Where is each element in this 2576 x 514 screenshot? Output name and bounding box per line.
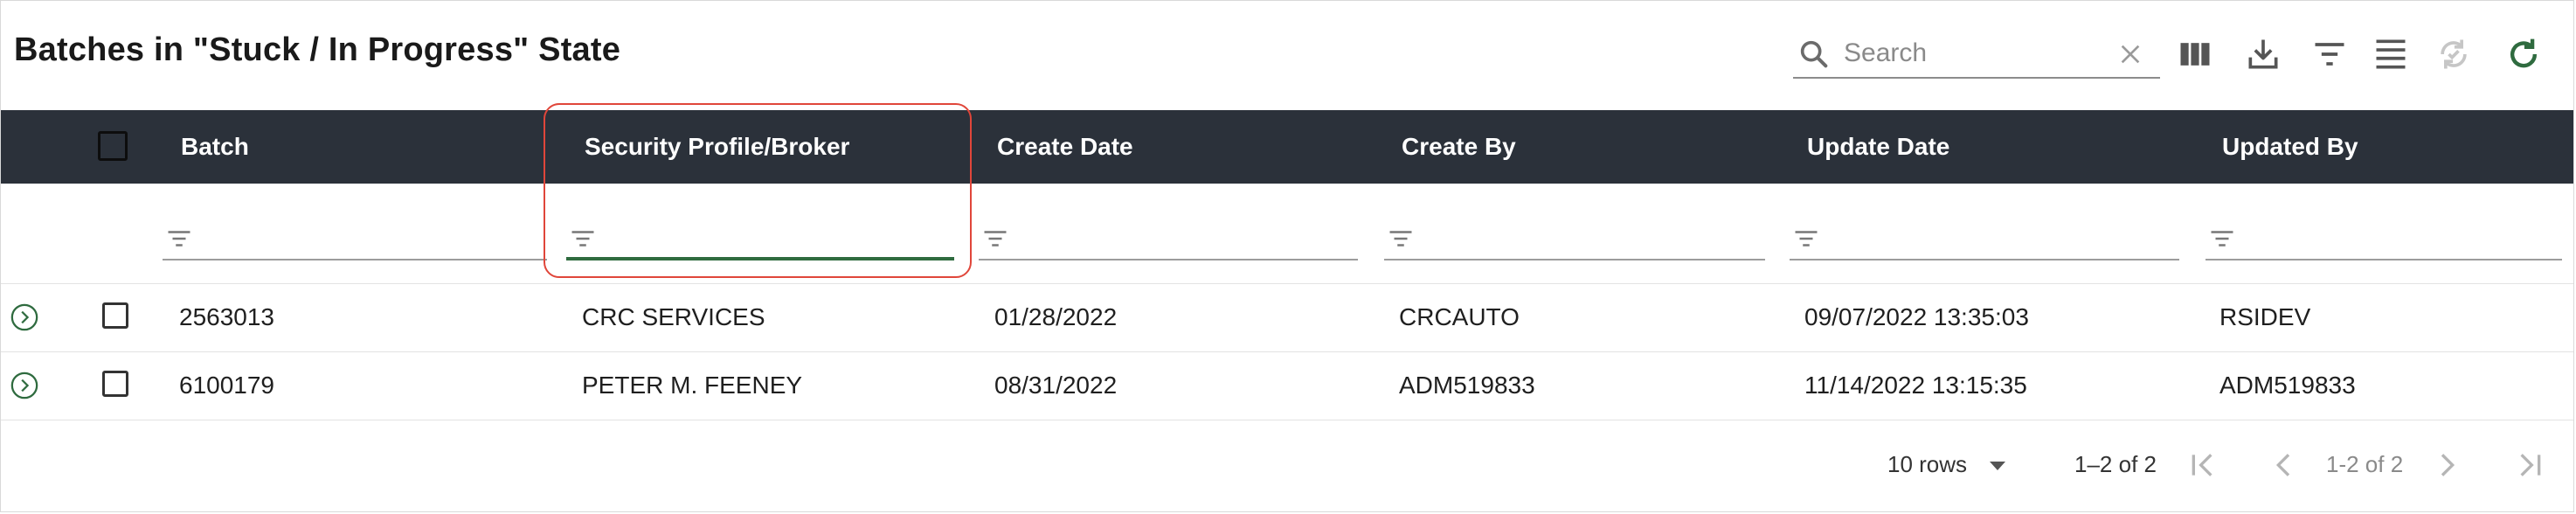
- column-header-batch[interactable]: Batch: [181, 110, 249, 184]
- clear-icon[interactable]: [2116, 40, 2144, 68]
- row-checkbox[interactable]: [102, 371, 128, 397]
- cell-create-by: ADM519833: [1399, 372, 1535, 399]
- filter-icon: [984, 231, 1007, 247]
- table-header: Batch Security Profile/Broker Create Dat…: [1, 110, 2573, 184]
- refresh-icon[interactable]: [2504, 35, 2543, 73]
- expand-row-icon[interactable]: [10, 302, 39, 332]
- pagination-range: 1–2 of 2: [2074, 451, 2157, 477]
- search-input[interactable]: [1842, 35, 2108, 72]
- filter-field-update-date[interactable]: [1790, 222, 2179, 260]
- chevron-down-icon[interactable]: [1987, 458, 2008, 474]
- cell-create-by: CRCAUTO: [1399, 303, 1520, 330]
- table-row[interactable]: 2563013 CRC SERVICES 01/28/2022 CRCAUTO …: [1, 283, 2573, 352]
- cell-batch: 6100179: [179, 372, 275, 399]
- rows-per-page-select[interactable]: 10 rows: [1887, 442, 1967, 486]
- column-header-updated-by[interactable]: Updated By: [2222, 110, 2358, 184]
- previous-page-icon[interactable]: [2267, 448, 2302, 483]
- search-field[interactable]: [1793, 30, 2160, 79]
- cell-update-date: 09/07/2022 13:35:03: [1804, 303, 2029, 330]
- column-header-create-by[interactable]: Create By: [1402, 110, 1516, 184]
- last-page-icon[interactable]: [2511, 448, 2546, 483]
- column-header-update-date[interactable]: Update Date: [1807, 110, 1949, 184]
- sync-icon: [2441, 39, 2467, 69]
- filter-icon: [1795, 231, 1818, 247]
- filter-field-updated-by[interactable]: [2206, 222, 2562, 260]
- filter-icon: [2211, 231, 2233, 247]
- table-row[interactable]: 6100179 PETER M. FEENEY 08/31/2022 ADM51…: [1, 351, 2573, 420]
- cell-broker: PETER M. FEENEY: [582, 372, 803, 399]
- cell-broker: CRC SERVICES: [582, 303, 765, 330]
- filter-field-batch[interactable]: [163, 222, 547, 260]
- search-icon: [1800, 40, 1828, 68]
- density-icon[interactable]: [2372, 35, 2410, 73]
- columns-icon[interactable]: [2176, 35, 2214, 73]
- cell-create-date: 01/28/2022: [994, 303, 1118, 330]
- row-checkbox[interactable]: [102, 302, 128, 329]
- column-header-security-profile-broker[interactable]: Security Profile/Broker: [585, 110, 849, 184]
- first-page-icon[interactable]: [2186, 448, 2221, 483]
- cell-updated-by: RSIDEV: [2219, 303, 2311, 330]
- cell-create-date: 08/31/2022: [994, 372, 1118, 399]
- download-icon[interactable]: [2244, 35, 2282, 73]
- filter-icon[interactable]: [2310, 35, 2349, 73]
- rows-per-page-value: 10 rows: [1887, 451, 1968, 477]
- page-title: Batches in "Stuck / In Progress" State: [14, 31, 621, 68]
- filter-field-create-date[interactable]: [979, 222, 1358, 260]
- filter-field-security-profile-broker[interactable]: [566, 222, 954, 260]
- filter-icon: [571, 231, 594, 247]
- column-header-create-date[interactable]: Create Date: [997, 110, 1133, 184]
- filter-field-create-by[interactable]: [1384, 222, 1765, 260]
- next-page-icon[interactable]: [2429, 448, 2464, 483]
- filter-icon: [1389, 231, 1412, 247]
- cell-update-date: 11/14/2022 13:15:35: [1804, 372, 2027, 399]
- select-all-checkbox[interactable]: [98, 131, 128, 161]
- expand-row-icon[interactable]: [10, 371, 39, 400]
- cell-updated-by: ADM519833: [2219, 372, 2356, 399]
- cell-batch: 2563013: [179, 303, 275, 330]
- page-info: 1-2 of 2: [2326, 451, 2404, 477]
- filter-icon: [168, 231, 190, 247]
